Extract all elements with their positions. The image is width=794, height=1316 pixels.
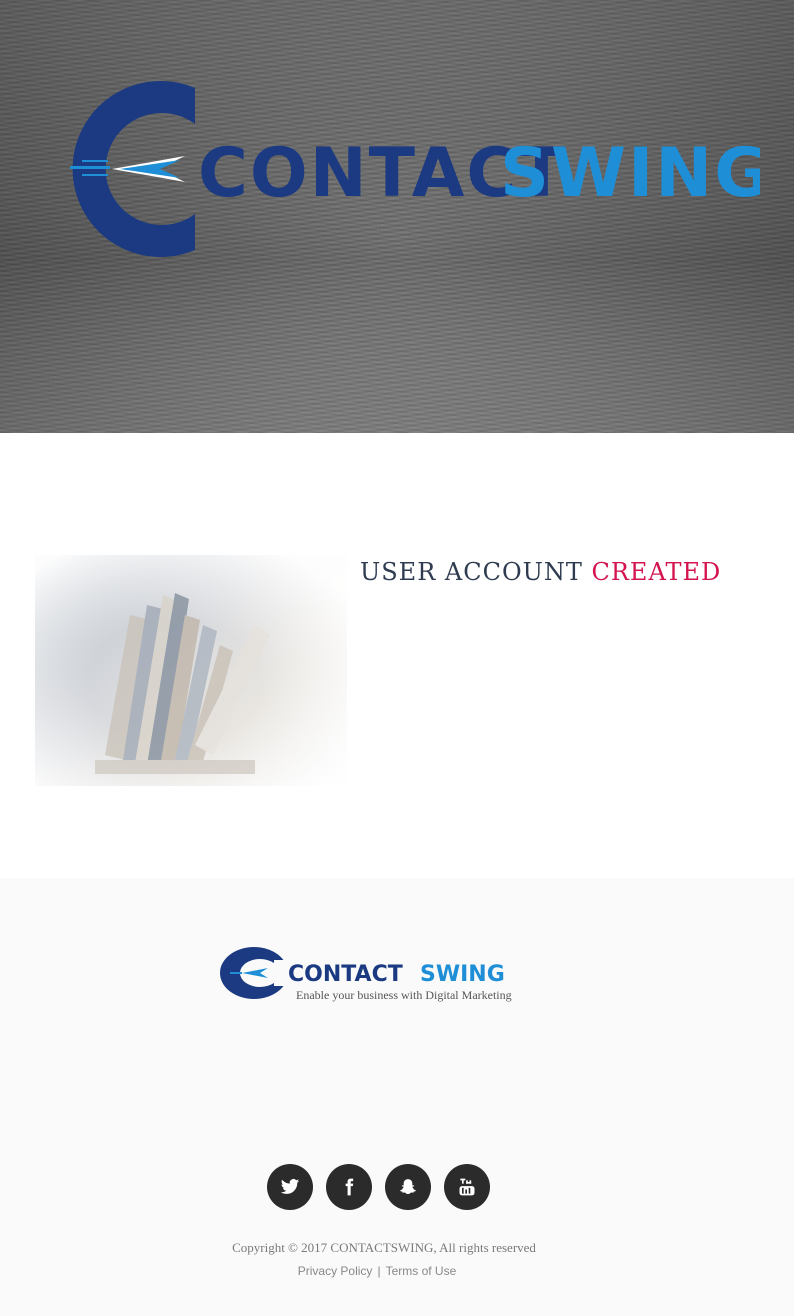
footer-logo-word-swing: SWING bbox=[420, 962, 505, 987]
logo-word-swing: SWING bbox=[500, 134, 760, 213]
snapchat-icon bbox=[400, 1179, 416, 1195]
title-part-1: USER ACCOUNT bbox=[360, 558, 583, 586]
page-title: USER ACCOUNT CREATED bbox=[360, 558, 721, 586]
title-part-2: CREATED bbox=[591, 558, 722, 586]
footer: CONTACT SWING Enable your business with … bbox=[0, 878, 794, 1316]
folders-image-icon bbox=[95, 593, 270, 774]
facebook-button[interactable] bbox=[326, 1164, 372, 1210]
hero-logo[interactable]: CONTACT SWING bbox=[40, 74, 760, 264]
terms-of-use-link[interactable]: Terms of Use bbox=[386, 1264, 457, 1278]
twitter-icon bbox=[280, 1179, 300, 1194]
folders-photo bbox=[35, 555, 347, 786]
facebook-icon bbox=[345, 1178, 354, 1196]
main-content: USER ACCOUNT CREATED bbox=[0, 433, 794, 878]
twitter-button[interactable] bbox=[267, 1164, 313, 1210]
footer-links: Privacy Policy | Terms of Use bbox=[0, 1264, 754, 1278]
youtube-button[interactable] bbox=[444, 1164, 490, 1210]
footer-tagline: Enable your business with Digital Market… bbox=[296, 988, 512, 1002]
footer-logo-word-contact: CONTACT bbox=[288, 962, 403, 987]
link-separator: | bbox=[377, 1264, 381, 1278]
hero-banner: CONTACT SWING bbox=[0, 0, 794, 433]
youtube-icon bbox=[459, 1178, 475, 1196]
snapchat-button[interactable] bbox=[385, 1164, 431, 1210]
contactswing-logo-icon: CONTACT SWING bbox=[70, 81, 760, 257]
privacy-policy-link[interactable]: Privacy Policy bbox=[298, 1264, 373, 1278]
social-links bbox=[267, 1164, 490, 1210]
copyright-text: Copyright © 2017 CONTACTSWING, All right… bbox=[232, 1240, 536, 1255]
